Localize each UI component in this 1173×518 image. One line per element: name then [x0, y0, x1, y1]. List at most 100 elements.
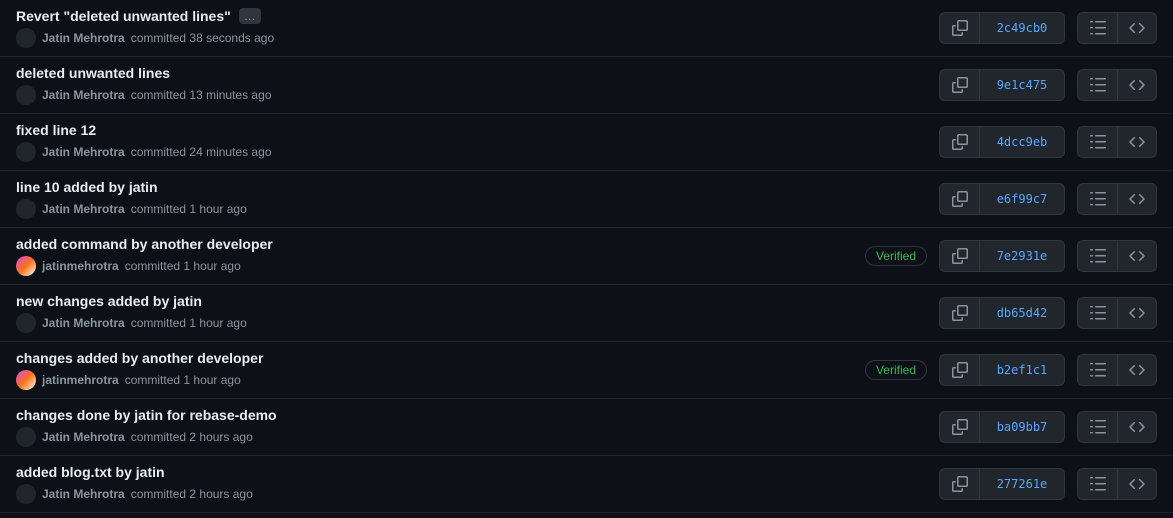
commit-info: changes added by another developer jatin…	[16, 350, 865, 390]
commit-sha-link[interactable]: b2ef1c1	[979, 354, 1065, 386]
copy-sha-button[interactable]	[939, 69, 979, 101]
copy-sha-button[interactable]	[939, 297, 979, 329]
browse-repo-button[interactable]	[1117, 468, 1157, 500]
copy-sha-button[interactable]	[939, 183, 979, 215]
avatar[interactable]	[16, 85, 36, 105]
commit-title-row: changes added by another developer	[16, 350, 865, 366]
commit-title-row: added command by another developer	[16, 236, 865, 252]
commit-time: committed 2 hours ago	[131, 430, 253, 444]
browse-repo-button[interactable]	[1117, 12, 1157, 44]
commit-title[interactable]: fixed line 12	[16, 122, 96, 138]
checks-icon	[1090, 191, 1106, 207]
commit-time: committed 13 minutes ago	[131, 88, 272, 102]
code-icon	[1129, 191, 1145, 207]
commit-title-row: deleted unwanted lines	[16, 65, 939, 81]
commit-title-row: added blog.txt by jatin	[16, 464, 939, 480]
avatar[interactable]	[16, 28, 36, 48]
copy-sha-button[interactable]	[939, 240, 979, 272]
commit-author[interactable]: Jatin Mehrotra	[42, 88, 125, 102]
avatar[interactable]	[16, 370, 36, 390]
commit-author[interactable]: Jatin Mehrotra	[42, 316, 125, 330]
browse-group	[1077, 297, 1157, 329]
commit-author[interactable]: jatinmehrotra	[42, 259, 119, 273]
commit-sha-link[interactable]: e6f99c7	[979, 183, 1065, 215]
copy-sha-button[interactable]	[939, 468, 979, 500]
browse-repo-button[interactable]	[1117, 297, 1157, 329]
commit-author[interactable]: Jatin Mehrotra	[42, 31, 125, 45]
verified-badge[interactable]: Verified	[865, 246, 927, 266]
view-checks-button[interactable]	[1077, 12, 1117, 44]
verified-badge[interactable]: Verified	[865, 360, 927, 380]
commit-meta: jatinmehrotra committed 1 hour ago	[16, 256, 865, 276]
view-checks-button[interactable]	[1077, 354, 1117, 386]
copy-sha-button[interactable]	[939, 12, 979, 44]
commit-title[interactable]: new changes added by jatin	[16, 293, 202, 309]
copy-icon	[952, 305, 968, 321]
browse-repo-button[interactable]	[1117, 183, 1157, 215]
checks-icon	[1090, 77, 1106, 93]
commit-title[interactable]: deleted unwanted lines	[16, 65, 170, 81]
commit-row: fixed line 12 Jatin Mehrotra committed 2…	[0, 114, 1173, 171]
commit-row: line 10 added by jatin Jatin Mehrotra co…	[0, 171, 1173, 228]
commit-sha-link[interactable]: 7e2931e	[979, 240, 1065, 272]
commit-row: new changes added by jatin Jatin Mehrotr…	[0, 285, 1173, 342]
browse-group	[1077, 12, 1157, 44]
commit-sha-link[interactable]: 277261e	[979, 468, 1065, 500]
commit-actions: 277261e	[939, 468, 1157, 500]
commit-actions: Verified 7e2931e	[865, 240, 1157, 272]
view-checks-button[interactable]	[1077, 240, 1117, 272]
commit-sha-link[interactable]: 2c49cb0	[979, 12, 1065, 44]
commit-time: committed 2 hours ago	[131, 487, 253, 501]
commit-info: fixed line 12 Jatin Mehrotra committed 2…	[16, 122, 939, 162]
commit-meta: Jatin Mehrotra committed 1 hour ago	[16, 199, 939, 219]
browse-group	[1077, 354, 1157, 386]
checks-icon	[1090, 305, 1106, 321]
checks-icon	[1090, 248, 1106, 264]
commit-author[interactable]: Jatin Mehrotra	[42, 145, 125, 159]
browse-repo-button[interactable]	[1117, 126, 1157, 158]
commit-sha-link[interactable]: 9e1c475	[979, 69, 1065, 101]
commit-sha-link[interactable]: 4dcc9eb	[979, 126, 1065, 158]
copy-sha-button[interactable]	[939, 126, 979, 158]
commit-sha-link[interactable]: db65d42	[979, 297, 1065, 329]
commit-title[interactable]: changes done by jatin for rebase-demo	[16, 407, 277, 423]
checks-icon	[1090, 419, 1106, 435]
browse-repo-button[interactable]	[1117, 240, 1157, 272]
commit-title[interactable]: changes added by another developer	[16, 350, 263, 366]
copy-icon	[952, 476, 968, 492]
commit-time: committed 1 hour ago	[125, 259, 241, 273]
checks-icon	[1090, 476, 1106, 492]
browse-repo-button[interactable]	[1117, 411, 1157, 443]
code-icon	[1129, 134, 1145, 150]
commit-title-row: fixed line 12	[16, 122, 939, 138]
commit-title[interactable]: line 10 added by jatin	[16, 179, 158, 195]
avatar[interactable]	[16, 313, 36, 333]
view-checks-button[interactable]	[1077, 411, 1117, 443]
view-checks-button[interactable]	[1077, 297, 1117, 329]
commit-actions: e6f99c7	[939, 183, 1157, 215]
view-checks-button[interactable]	[1077, 183, 1117, 215]
browse-repo-button[interactable]	[1117, 69, 1157, 101]
avatar[interactable]	[16, 256, 36, 276]
commit-info: Revert "deleted unwanted lines" … Jatin …	[16, 8, 939, 48]
commit-author[interactable]: jatinmehrotra	[42, 373, 119, 387]
browse-group	[1077, 69, 1157, 101]
browse-repo-button[interactable]	[1117, 354, 1157, 386]
commit-sha-link[interactable]: ba09bb7	[979, 411, 1065, 443]
avatar[interactable]	[16, 142, 36, 162]
commit-title[interactable]: Revert "deleted unwanted lines"	[16, 8, 231, 24]
avatar[interactable]	[16, 484, 36, 504]
copy-sha-button[interactable]	[939, 411, 979, 443]
view-checks-button[interactable]	[1077, 126, 1117, 158]
view-checks-button[interactable]	[1077, 69, 1117, 101]
commit-title[interactable]: added command by another developer	[16, 236, 273, 252]
view-checks-button[interactable]	[1077, 468, 1117, 500]
commit-title[interactable]: added blog.txt by jatin	[16, 464, 165, 480]
copy-sha-button[interactable]	[939, 354, 979, 386]
avatar[interactable]	[16, 199, 36, 219]
avatar[interactable]	[16, 427, 36, 447]
commit-author[interactable]: Jatin Mehrotra	[42, 487, 125, 501]
commit-author[interactable]: Jatin Mehrotra	[42, 202, 125, 216]
expand-message-button[interactable]: …	[239, 8, 261, 24]
commit-author[interactable]: Jatin Mehrotra	[42, 430, 125, 444]
